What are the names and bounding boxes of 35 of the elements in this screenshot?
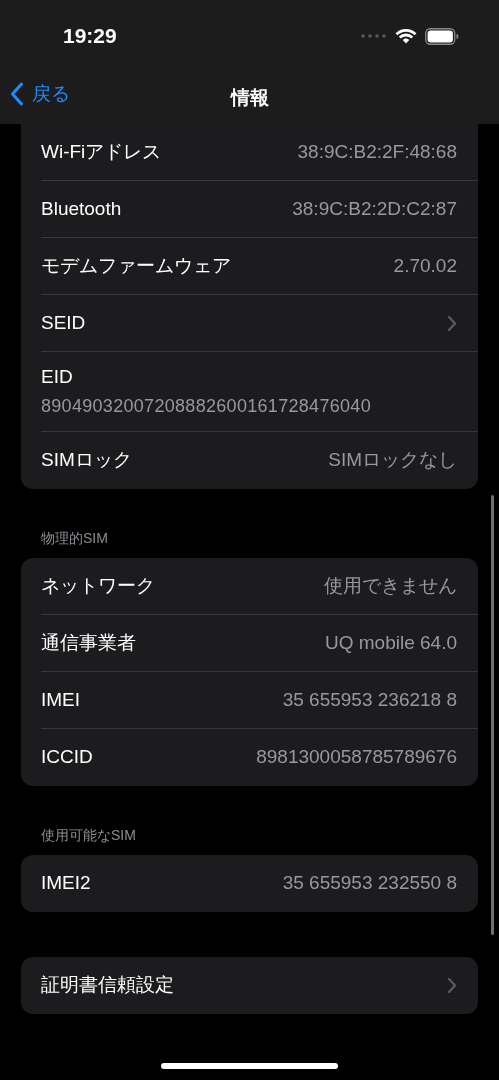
row-label: ネットワーク	[41, 573, 155, 598]
page-title: 情報	[230, 85, 269, 110]
row-label: IMEI2	[41, 871, 91, 896]
row-value: SIMロックなし	[328, 448, 457, 473]
row-label: 通信事業者	[41, 630, 136, 655]
row-label: EID	[41, 364, 74, 389]
settings-row[interactable]: SEID	[41, 295, 478, 352]
row-value: 38:9C:B2:2D:C2:87	[292, 196, 457, 221]
battery-icon	[425, 27, 459, 45]
row-value: UQ mobile 64.0	[325, 630, 457, 655]
row-value: 8981300058785789676	[256, 745, 457, 770]
row-value: 2.70.02	[393, 253, 457, 278]
row-label: Bluetooth	[41, 196, 122, 221]
signal-icon	[361, 34, 387, 38]
chevron-icon	[447, 977, 457, 994]
row-value: 35 655953 232550 8	[282, 871, 457, 896]
row-value: 35 655953 236218 8	[282, 687, 457, 712]
row-label: IMEI	[41, 687, 81, 712]
row-label: ICCID	[41, 745, 93, 770]
wifi-icon	[395, 28, 417, 44]
row-label: SEID	[41, 310, 86, 335]
row-value: 38:9C:B2:2F:48:68	[297, 139, 457, 164]
row-label: 証明書信頼設定	[41, 973, 174, 998]
row-label: Wi-Fiアドレス	[41, 139, 162, 164]
chevron-icon	[447, 314, 457, 332]
status-time: 19:29	[63, 23, 117, 50]
row-value: 使用できません	[324, 573, 457, 598]
section-header: 使用可能なSIM	[41, 826, 136, 845]
back-button[interactable]: 戻る	[10, 80, 70, 109]
settings-row[interactable]: 証明書信頼設定	[41, 957, 478, 1014]
row-label: SIMロック	[41, 448, 132, 473]
section-header: 物理的SIM	[41, 529, 108, 548]
row-value: 89049032007208882600161728476040	[41, 395, 372, 419]
row-label: モデムファームウェア	[41, 253, 231, 278]
back-chevron-icon	[10, 82, 24, 107]
